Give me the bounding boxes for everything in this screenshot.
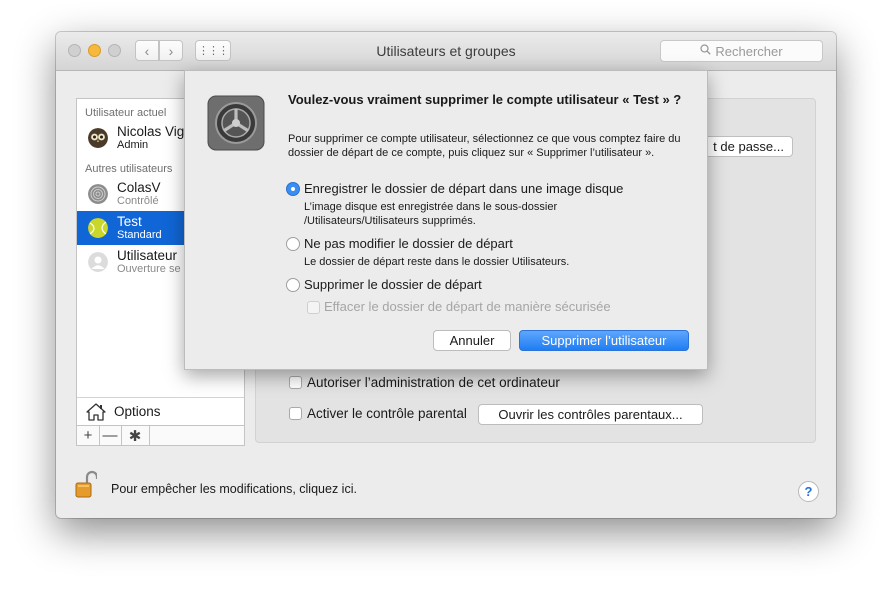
open-parental-controls-button[interactable]: Ouvrir les contrôles parentaux... <box>478 404 703 425</box>
user-role: Admin <box>117 139 149 151</box>
house-icon <box>86 403 106 421</box>
delete-folder-radio[interactable] <box>286 278 300 292</box>
lock-message: Pour empêcher les modifications, cliquez… <box>111 482 357 496</box>
user-name: Nicolas Vig <box>117 124 185 139</box>
search-field[interactable]: Rechercher <box>660 40 823 62</box>
change-password-button[interactable]: t de passe... <box>697 136 793 157</box>
title-bar: ‹ › ⋮⋮⋮ Utilisateurs et groupes Recherch… <box>56 32 836 71</box>
keep-folder-label: Ne pas modifier le dossier de départ <box>304 236 513 251</box>
save-image-radio[interactable] <box>286 182 300 196</box>
search-placeholder: Rechercher <box>715 43 783 59</box>
parental-control-checkbox[interactable] <box>289 407 302 420</box>
user-role: Standard <box>117 229 162 241</box>
gear-icon: ✱ <box>128 427 142 445</box>
user-role: Ouverture se <box>117 263 181 275</box>
owl-avatar-icon <box>88 128 108 148</box>
minus-icon: — <box>102 427 118 444</box>
user-role: Contrôlé <box>117 195 159 207</box>
user-name: Utilisateur <box>117 248 178 263</box>
delete-user-button[interactable]: Supprimer l’utilisateur <box>519 330 689 351</box>
parental-control-label: Activer le contrôle parental <box>307 406 467 421</box>
user-list-toolbar: + — ✱ <box>76 425 245 446</box>
search-icon <box>700 44 712 58</box>
cancel-button[interactable]: Annuler <box>433 330 511 351</box>
action-menu-button[interactable]: ✱ <box>121 426 150 445</box>
plus-icon: + <box>83 427 93 444</box>
tennis-ball-avatar-icon <box>88 218 108 238</box>
options-label: Options <box>114 404 161 419</box>
keep-folder-radio[interactable] <box>286 237 300 251</box>
keep-folder-description: Le dossier de départ reste dans le dossi… <box>304 256 570 268</box>
current-user-header: Utilisateur actuel <box>85 107 167 119</box>
allow-admin-label: Autoriser l’administration de cet ordina… <box>307 375 560 390</box>
user-name: ColasV <box>117 180 161 195</box>
system-preferences-gear-icon <box>207 95 265 151</box>
delete-folder-label: Supprimer le dossier de départ <box>304 277 482 292</box>
add-user-button[interactable]: + <box>77 426 100 445</box>
secure-erase-label: Effacer le dossier de départ de manière … <box>324 299 611 314</box>
fingerprint-avatar-icon <box>88 184 108 204</box>
login-options-item[interactable]: Options <box>77 397 244 425</box>
help-button[interactable]: ? <box>798 481 819 502</box>
other-users-header: Autres utilisateurs <box>85 163 173 175</box>
remove-user-button[interactable]: — <box>99 426 122 445</box>
secure-erase-checkbox[interactable] <box>307 301 320 314</box>
dialog-title: Voulez-vous vraiment supprimer le compte… <box>288 92 682 107</box>
delete-user-label: Supprimer l’utilisateur <box>541 333 667 348</box>
change-password-label: t de passe... <box>713 139 784 154</box>
dialog-message: Pour supprimer ce compte utilisateur, sé… <box>288 133 681 159</box>
generic-user-icon <box>88 252 108 272</box>
user-name: Test <box>117 214 142 229</box>
save-image-description: L’image disque est enregistrée dans le s… <box>304 201 558 227</box>
question-mark-icon: ? <box>804 484 813 499</box>
save-image-label: Enregistrer le dossier de départ dans un… <box>304 181 624 196</box>
unlocked-padlock-icon[interactable] <box>75 469 97 499</box>
open-parental-controls-label: Ouvrir les contrôles parentaux... <box>498 407 683 422</box>
delete-user-sheet: Voulez-vous vraiment supprimer le compte… <box>184 70 708 370</box>
cancel-label: Annuler <box>449 333 495 348</box>
allow-admin-checkbox[interactable] <box>289 376 302 389</box>
